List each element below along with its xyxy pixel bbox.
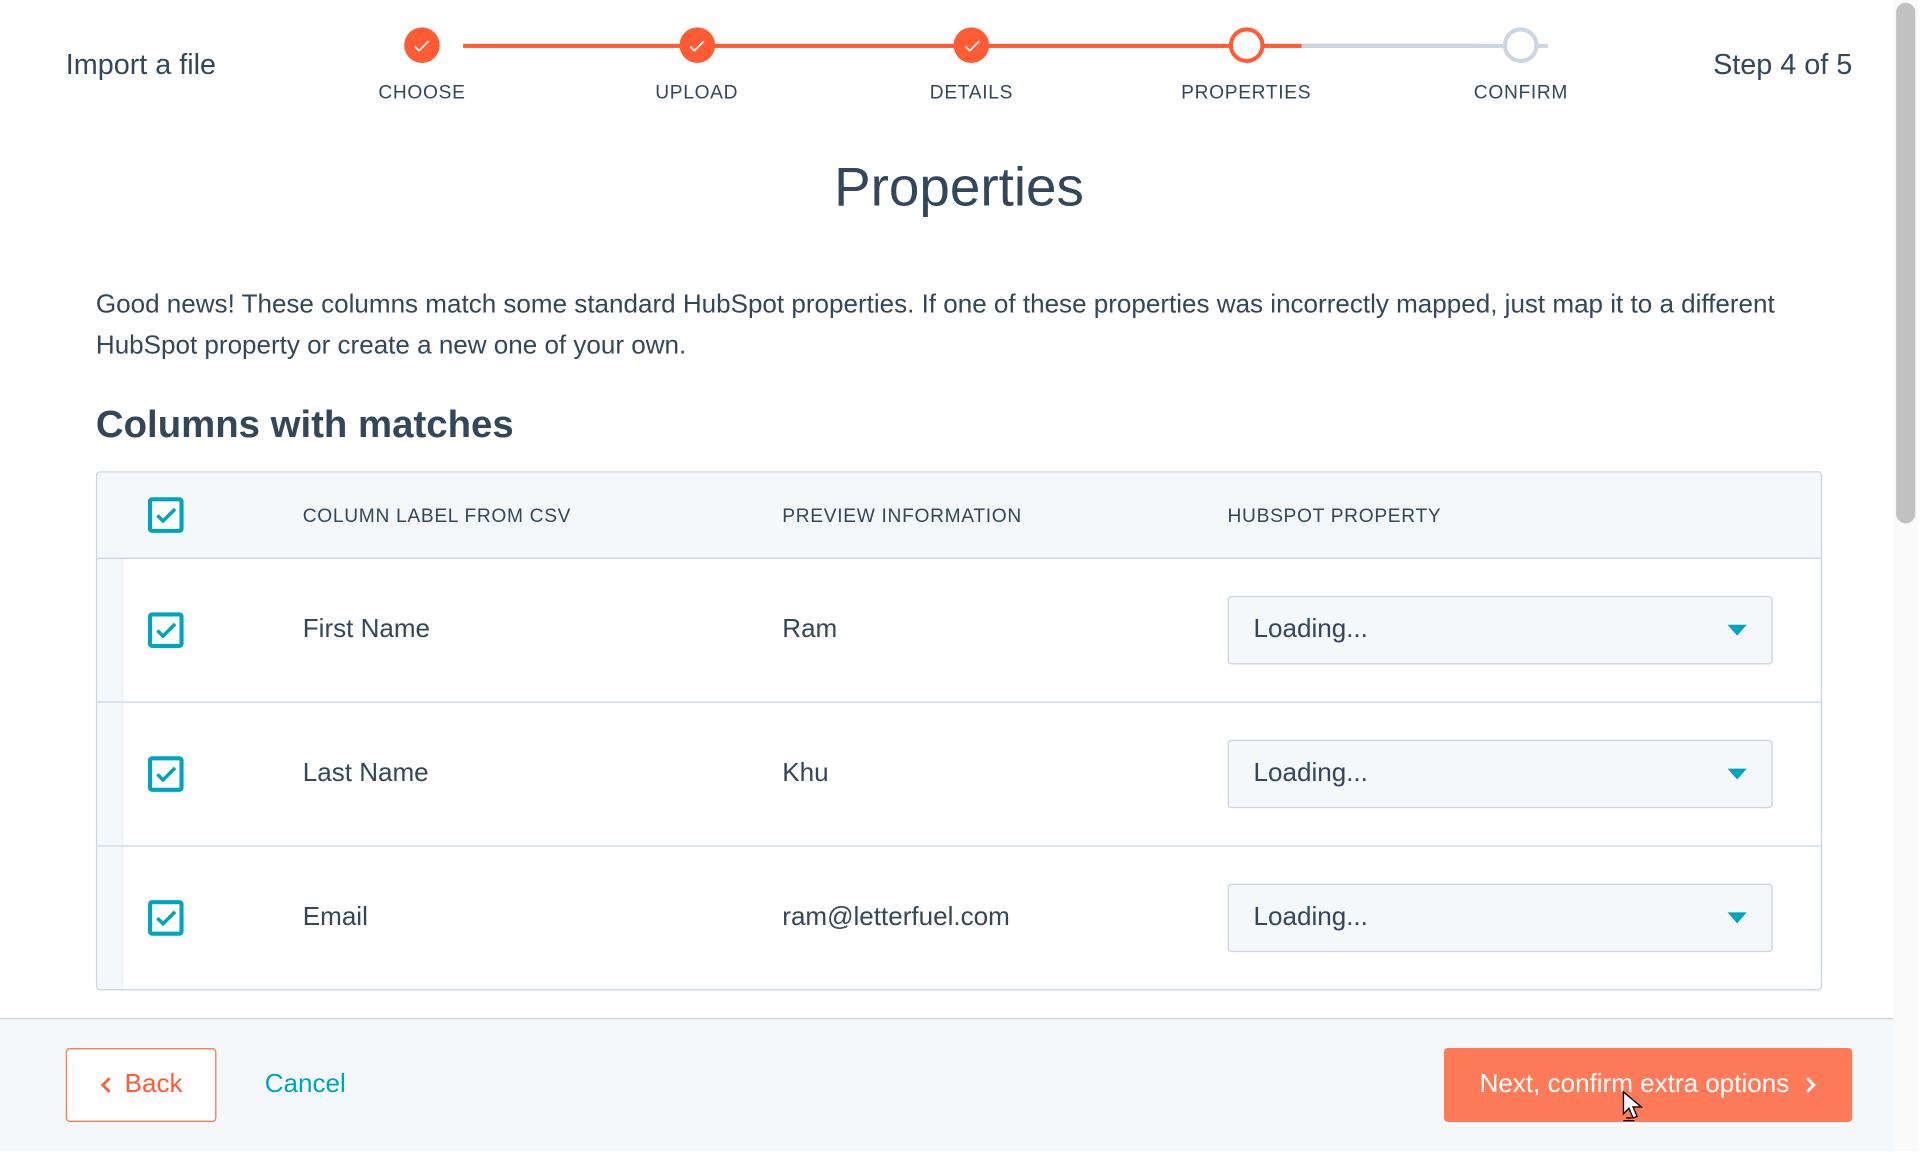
step-properties: PROPERTIES xyxy=(1109,27,1384,102)
property-dropdown[interactable]: Loading... xyxy=(1228,596,1773,665)
section-title: Columns with matches xyxy=(96,402,1822,446)
chevron-down-icon xyxy=(1728,912,1747,923)
step-upload: UPLOAD xyxy=(559,27,834,102)
step-circle-current-icon xyxy=(1228,27,1264,63)
next-button[interactable]: Next, confirm extra options xyxy=(1444,1048,1852,1122)
table-row: First Name Ram Loading... xyxy=(97,559,1820,703)
next-button-label: Next, confirm extra options xyxy=(1480,1070,1790,1100)
select-all-checkbox[interactable] xyxy=(148,497,184,533)
chevron-down-icon xyxy=(1728,768,1747,779)
chevron-left-icon xyxy=(100,1075,114,1094)
table-row: Last Name Khu Loading... xyxy=(97,703,1820,847)
content: Properties Good news! These columns matc… xyxy=(0,116,1918,990)
dropdown-text: Loading... xyxy=(1254,759,1368,789)
scrollbar-track[interactable] xyxy=(1893,0,1918,1151)
chevron-down-icon xyxy=(1728,624,1747,635)
header-title: Import a file xyxy=(66,49,216,82)
check-icon xyxy=(155,504,177,526)
col-header-preview: PREVIEW INFORMATION xyxy=(782,504,1227,526)
step-details: DETAILS xyxy=(834,27,1109,102)
property-dropdown[interactable]: Loading... xyxy=(1228,740,1773,809)
stepper: CHOOSE UPLOAD DETAILS PROPERTIES CON xyxy=(285,27,1659,102)
footer: Back Cancel Next, confirm extra options xyxy=(0,1018,1918,1151)
chevron-right-icon xyxy=(1803,1075,1817,1094)
row-label: First Name xyxy=(303,615,783,645)
row-preview: Khu xyxy=(782,759,1227,789)
scrollbar-thumb[interactable] xyxy=(1896,3,1915,524)
page-title: Properties xyxy=(96,158,1822,220)
header: Import a file CHOOSE UPLOAD DETAILS xyxy=(0,0,1918,116)
check-icon xyxy=(155,907,177,929)
description: Good news! These columns match some stan… xyxy=(96,285,1822,368)
col-header-label: COLUMN LABEL FROM CSV xyxy=(303,504,783,526)
step-label: CONFIRM xyxy=(1474,81,1568,103)
step-count: Step 4 of 5 xyxy=(1713,49,1852,82)
row-preview: ram@letterfuel.com xyxy=(782,903,1227,933)
step-label: PROPERTIES xyxy=(1181,81,1311,103)
row-label: Email xyxy=(303,903,783,933)
property-dropdown[interactable]: Loading... xyxy=(1228,883,1773,952)
step-label: CHOOSE xyxy=(378,81,465,103)
row-checkbox[interactable] xyxy=(148,612,184,648)
table-header: COLUMN LABEL FROM CSV PREVIEW INFORMATIO… xyxy=(97,472,1820,558)
check-icon xyxy=(413,36,431,54)
step-circle-done-icon xyxy=(404,27,440,63)
back-button[interactable]: Back xyxy=(66,1048,217,1122)
cancel-button[interactable]: Cancel xyxy=(265,1070,346,1100)
row-checkbox[interactable] xyxy=(148,900,184,936)
back-button-label: Back xyxy=(125,1070,183,1100)
table-row: Email ram@letterfuel.com Loading... xyxy=(97,846,1820,988)
check-icon xyxy=(688,36,706,54)
row-preview: Ram xyxy=(782,615,1227,645)
check-icon xyxy=(155,763,177,785)
columns-table: COLUMN LABEL FROM CSV PREVIEW INFORMATIO… xyxy=(96,471,1822,990)
col-header-property: HUBSPOT PROPERTY xyxy=(1228,504,1821,526)
step-confirm: CONFIRM xyxy=(1384,27,1659,102)
check-icon xyxy=(963,36,981,54)
step-label: DETAILS xyxy=(930,81,1013,103)
step-circle-done-icon xyxy=(679,27,715,63)
dropdown-text: Loading... xyxy=(1254,615,1368,645)
step-circle-done-icon xyxy=(954,27,990,63)
dropdown-text: Loading... xyxy=(1254,903,1368,933)
check-icon xyxy=(155,619,177,641)
row-checkbox[interactable] xyxy=(148,756,184,792)
step-label: UPLOAD xyxy=(655,81,738,103)
step-choose: CHOOSE xyxy=(285,27,560,102)
row-label: Last Name xyxy=(303,759,783,789)
step-circle-pending-icon xyxy=(1503,27,1539,63)
